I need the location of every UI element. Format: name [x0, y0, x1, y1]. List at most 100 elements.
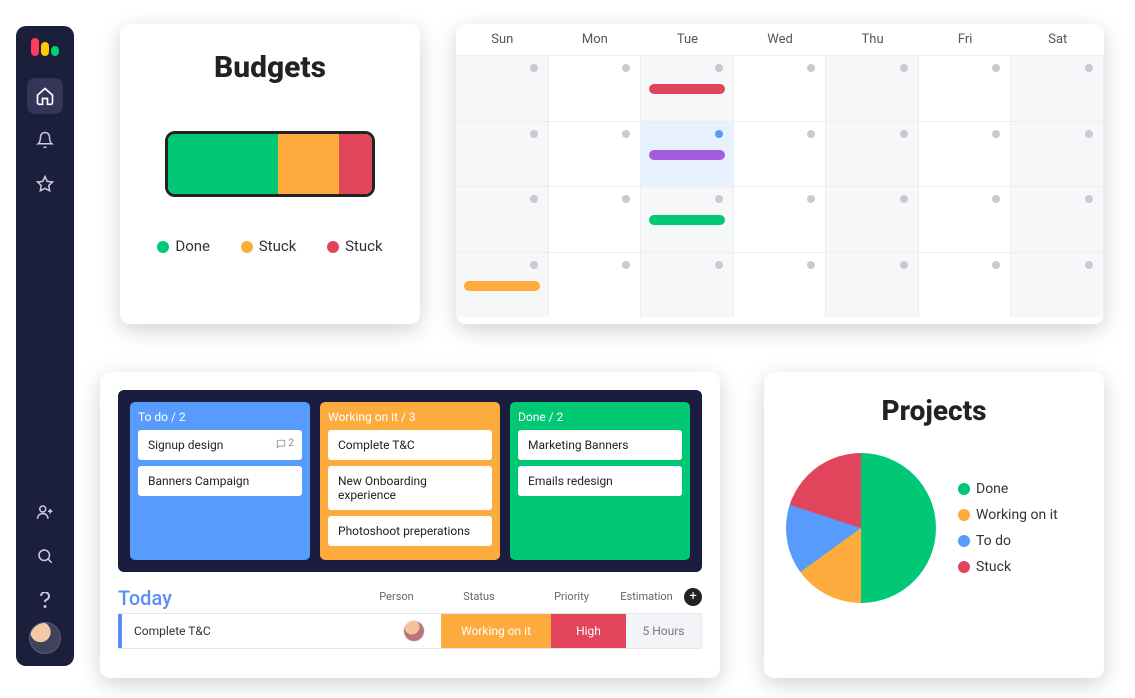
date-dot-icon: [622, 261, 630, 269]
calendar-cell[interactable]: [1011, 252, 1104, 318]
calendar-cell[interactable]: [641, 121, 734, 187]
kanban-card[interactable]: Photoshoot preperations: [328, 516, 492, 546]
date-dot-icon: [807, 195, 815, 203]
avatar[interactable]: [29, 622, 61, 654]
date-dot-icon: [530, 130, 538, 138]
calendar-cell[interactable]: [919, 186, 1012, 252]
calendar-cell[interactable]: [456, 55, 549, 121]
day-header: Fri: [919, 24, 1012, 55]
calendar-cell[interactable]: [919, 121, 1012, 187]
calendar-cell[interactable]: [734, 121, 827, 187]
calendar-cell[interactable]: [641, 252, 734, 318]
col-estimation: Estimation: [609, 586, 684, 607]
day-header: Sat: [1011, 24, 1104, 55]
kanban-card[interactable]: Banners Campaign: [138, 466, 302, 496]
calendar-cell[interactable]: [641, 186, 734, 252]
calendar-event[interactable]: [649, 215, 725, 225]
task-name: Complete T&C: [122, 614, 386, 648]
star-icon[interactable]: [27, 166, 63, 202]
date-dot-icon: [992, 261, 1000, 269]
task-priority[interactable]: High: [551, 614, 626, 648]
calendar-cell[interactable]: [549, 252, 642, 318]
date-dot-icon: [1085, 195, 1093, 203]
comment-icon: 2: [276, 438, 294, 449]
calendar-cell[interactable]: [456, 252, 549, 318]
calendar-cell[interactable]: [734, 55, 827, 121]
kanban-column[interactable]: Working on it / 3Complete T&CNew Onboard…: [320, 402, 500, 560]
calendar-event[interactable]: [649, 150, 725, 160]
calendar-cell[interactable]: [919, 55, 1012, 121]
add-user-icon[interactable]: [27, 494, 63, 530]
kanban-card[interactable]: Complete T&C: [328, 430, 492, 460]
column-title: Done / 2: [518, 410, 682, 424]
calendar-cell[interactable]: [826, 55, 919, 121]
date-dot-icon: [992, 130, 1000, 138]
legend-item: Stuck: [958, 559, 1058, 575]
day-header: Mon: [549, 24, 642, 55]
calendar-cell[interactable]: [641, 55, 734, 121]
projects-title: Projects: [786, 394, 1082, 427]
date-dot-icon: [1085, 64, 1093, 72]
date-dot-icon: [530, 195, 538, 203]
budget-segment-done: [168, 134, 278, 194]
budgets-legend: Done Stuck Stuck: [142, 237, 398, 255]
calendar-cell[interactable]: [456, 121, 549, 187]
date-dot-icon: [530, 64, 538, 72]
col-priority: Priority: [534, 586, 609, 607]
calendar-cell[interactable]: [734, 252, 827, 318]
kanban-board: To do / 2Signup design2Banners CampaignW…: [118, 390, 702, 572]
add-column-button[interactable]: +: [684, 588, 702, 606]
search-icon[interactable]: [27, 538, 63, 574]
home-icon[interactable]: [27, 78, 63, 114]
calendar-cell[interactable]: [1011, 55, 1104, 121]
kanban-column[interactable]: To do / 2Signup design2Banners Campaign: [130, 402, 310, 560]
date-dot-icon: [992, 64, 1000, 72]
kanban-card[interactable]: Emails redesign: [518, 466, 682, 496]
legend-item: Done: [157, 237, 210, 255]
table-row[interactable]: Complete T&C Working on it High 5 Hours: [118, 613, 702, 649]
projects-card: Projects Done Working on it To do Stuck: [764, 372, 1104, 678]
app-logo: [31, 38, 59, 56]
calendar-cell[interactable]: [1011, 186, 1104, 252]
calendar-event[interactable]: [464, 281, 540, 291]
kanban-card[interactable]: New Onboarding experience: [328, 466, 492, 510]
day-header: Thu: [826, 24, 919, 55]
today-title: Today: [118, 586, 172, 610]
date-dot-icon: [622, 130, 630, 138]
calendar-cell[interactable]: [734, 186, 827, 252]
calendar-cell[interactable]: [456, 186, 549, 252]
date-dot-icon: [900, 64, 908, 72]
budget-segment-stuck-2: [339, 134, 372, 194]
calendar-cell[interactable]: [826, 121, 919, 187]
task-estimation[interactable]: 5 Hours: [626, 614, 701, 648]
calendar-cell[interactable]: [549, 186, 642, 252]
date-dot-icon: [900, 195, 908, 203]
calendar-cell[interactable]: [826, 186, 919, 252]
projects-legend: Done Working on it To do Stuck: [958, 471, 1058, 585]
calendar-cell[interactable]: [549, 55, 642, 121]
date-dot-icon: [1085, 261, 1093, 269]
day-header: Tue: [641, 24, 734, 55]
calendar-cell[interactable]: [826, 252, 919, 318]
bell-icon[interactable]: [27, 122, 63, 158]
calendar-event[interactable]: [649, 84, 725, 94]
legend-item: Stuck: [327, 237, 383, 255]
kanban-card[interactable]: Marketing Banners: [518, 430, 682, 460]
calendar-grid[interactable]: [456, 55, 1104, 317]
calendar-cell[interactable]: [919, 252, 1012, 318]
help-icon[interactable]: [27, 582, 63, 618]
task-person[interactable]: [386, 614, 441, 648]
date-dot-icon: [530, 261, 538, 269]
date-dot-icon: [715, 64, 723, 72]
calendar-cell[interactable]: [549, 121, 642, 187]
date-dot-icon: [900, 261, 908, 269]
calendar-cell[interactable]: [1011, 121, 1104, 187]
date-dot-icon: [715, 195, 723, 203]
kanban-column[interactable]: Done / 2 Marketing Banners Emails redesign: [510, 402, 690, 560]
calendar-header: Sun Mon Tue Wed Thu Fri Sat: [456, 24, 1104, 55]
calendar-card: Sun Mon Tue Wed Thu Fri Sat: [456, 24, 1104, 324]
budgets-battery-chart: [165, 131, 375, 197]
kanban-card: To do / 2Signup design2Banners CampaignW…: [100, 372, 720, 678]
kanban-card[interactable]: Signup design2: [138, 430, 302, 460]
task-status[interactable]: Working on it: [441, 614, 551, 648]
